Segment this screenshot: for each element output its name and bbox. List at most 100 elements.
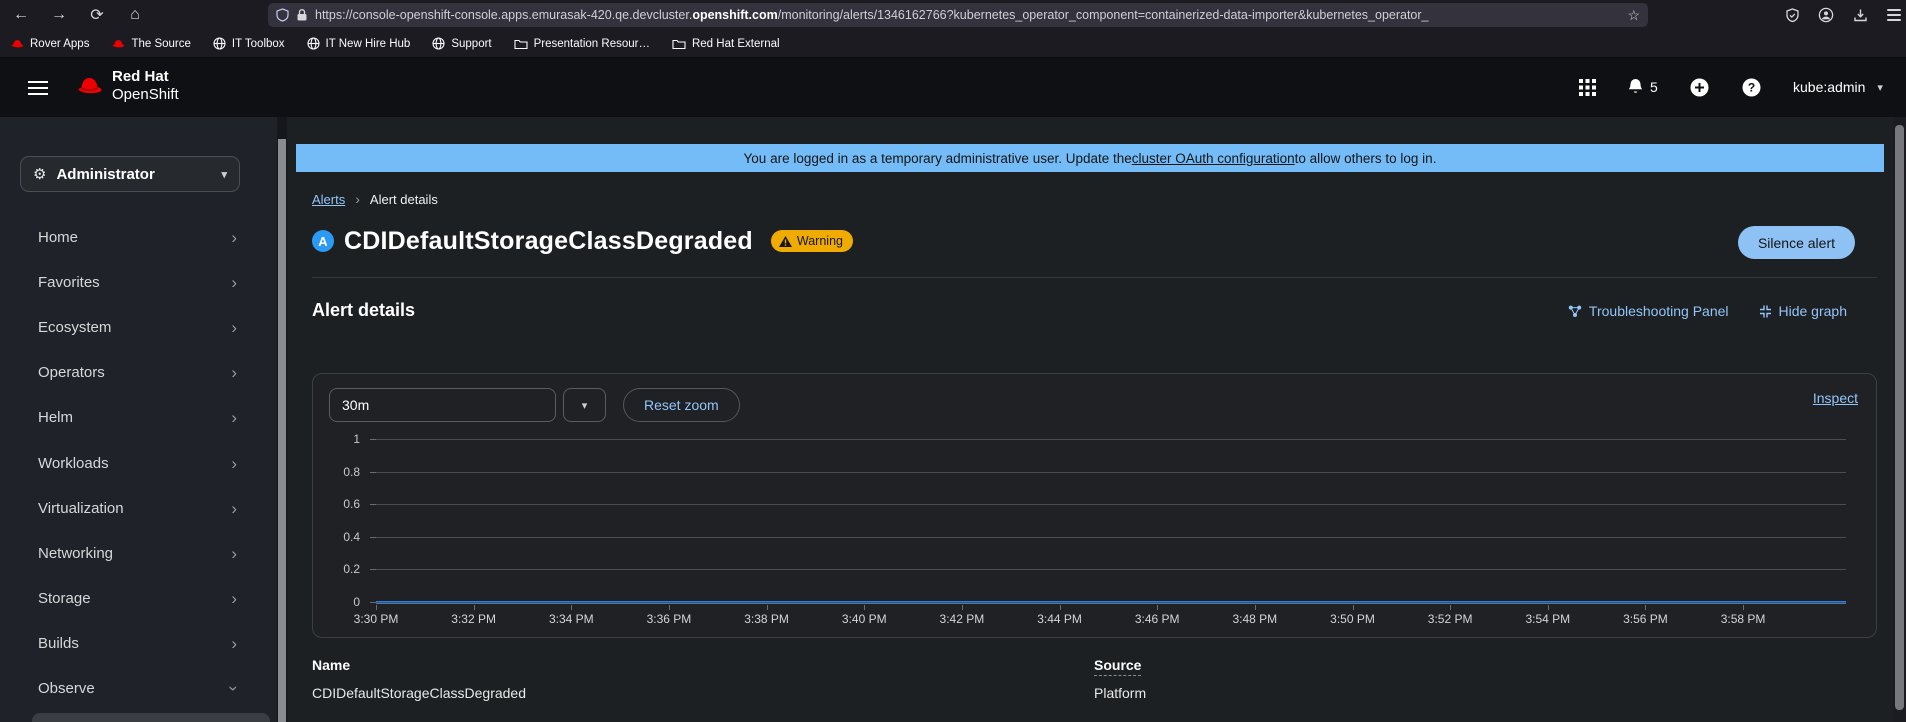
home-icon[interactable]: ⌂ [122,2,148,28]
timespan-dropdown-toggle[interactable]: ▾ [563,388,606,422]
x-tick-mark [1450,605,1452,610]
shield-icon[interactable] [276,8,289,22]
url-bar[interactable]: https://console-openshift-console.apps.e… [268,3,1648,27]
x-tick-label: 3:34 PM [548,612,594,626]
perspective-label: Administrator [56,165,155,183]
sidebar-item-networking[interactable]: Networking › [0,539,277,567]
reload-icon[interactable]: ⟳ [84,2,110,28]
x-tick-label: 3:30 PM [353,612,399,626]
sidebar-scrollbar-thumb[interactable] [278,139,286,722]
reset-zoom-button[interactable]: Reset zoom [623,388,740,422]
inspect-link[interactable]: Inspect [1813,390,1858,406]
globe-icon [432,37,445,50]
bookmark-the-source[interactable]: The Source [111,38,191,50]
redhat-icon [111,39,125,49]
globe-icon [213,37,226,50]
add-circle-icon[interactable] [1688,76,1710,98]
sidebar-item-builds[interactable]: Builds › [0,629,277,657]
chevron-right-icon: › [231,453,237,473]
sidebar-item-operators[interactable]: Operators › [0,358,277,386]
sidebar-item-home[interactable]: Home › [0,223,277,251]
gridline [370,439,1846,440]
sidebar-item-virtualization[interactable]: Virtualization › [0,494,277,522]
bookmark-red-hat-external[interactable]: Red Hat External [672,38,780,50]
perspective-switcher[interactable]: ⚙ Administrator ▾ [20,156,240,192]
x-tick-label: 3:56 PM [1623,612,1668,626]
account-icon[interactable] [1814,3,1838,27]
page-title: CDIDefaultStorageClassDegraded [344,226,753,255]
bookmark-it-new-hire-hub[interactable]: IT New Hire Hub [306,37,410,50]
x-tick-label: 3:48 PM [1232,612,1278,626]
x-tick-mark [864,605,866,610]
sidebar-item-workloads[interactable]: Workloads › [0,449,277,477]
notifications-bell-icon[interactable] [1624,76,1646,98]
page-scrollbar-thumb[interactable] [1895,125,1904,710]
section-links: Troubleshooting Panel Hide graph [1568,303,1847,319]
menu-icon[interactable] [1882,3,1906,27]
x-tick-mark [376,605,377,610]
breadcrumb: Alerts › Alert details [312,191,438,207]
shield-check-icon[interactable] [1780,3,1804,27]
x-tick-mark [473,605,475,610]
user-menu[interactable]: kube:admin ▾ [1793,79,1883,95]
brand-top: Red Hat [112,68,169,85]
troubleshooting-panel-link[interactable]: Troubleshooting Panel [1568,303,1729,319]
sidebar-subitem-partial[interactable] [32,713,270,722]
bookmark-rover-apps[interactable]: Rover Apps [10,38,89,50]
svg-text:?: ? [1747,80,1754,94]
redhat-icon [10,39,24,49]
y-tick-label: 0.6 [343,497,360,512]
sidebar-item-favorites[interactable]: Favorites › [0,268,277,296]
x-tick-label: 3:38 PM [744,612,789,626]
user-name: kube:admin [1793,79,1866,95]
forward-icon[interactable]: → [46,2,72,28]
chevron-down-icon: ▾ [581,399,588,412]
silence-alert-button[interactable]: Silence alert [1737,226,1855,259]
x-tick-label: 3:46 PM [1134,612,1180,626]
chevron-right-icon: › [231,498,237,518]
breadcrumb-current: Alert details [369,191,438,207]
hide-graph-link[interactable]: Hide graph [1759,303,1847,319]
sidebar-item-observe[interactable]: Observe › [0,674,277,702]
x-tick-label: 3:50 PM [1330,612,1375,626]
app-launcher-icon[interactable] [1576,76,1598,98]
oauth-config-link[interactable]: cluster OAuth configuration [1132,151,1295,166]
chevron-right-icon: › [355,191,360,207]
alert-severity-icon: A [312,230,334,252]
brand-bottom: OpenShift [112,86,179,103]
bookmark-it-toolbox[interactable]: IT Toolbox [213,37,285,50]
source-field-label[interactable]: Source [1094,657,1142,676]
x-tick-mark [1254,605,1256,610]
sidebar-item-ecosystem[interactable]: Ecosystem › [0,313,277,341]
sidebar-item-helm[interactable]: Helm › [0,403,277,431]
y-tick-label: 0.2 [343,562,360,577]
main-content: You are logged in as a temporary adminis… [287,117,1893,722]
y-tick-label: 0 [353,595,360,609]
browser-chrome: ← → ⟳ ⌂ https://console-openshift-consol… [0,0,1906,30]
x-tick-mark [1059,605,1061,610]
bookmark-star-icon[interactable]: ☆ [1627,7,1640,24]
gridline [370,471,1846,473]
gridline [370,536,1846,538]
breadcrumb-alerts-link[interactable]: Alerts [312,192,345,207]
chevron-right-icon: › [231,362,237,382]
warning-triangle-icon [778,235,792,247]
back-icon[interactable]: ← [8,2,34,28]
x-tick-label: 3:54 PM [1525,612,1571,626]
name-field-label: Name [312,657,351,673]
source-field-value: Platform [1094,685,1147,701]
nav-toggle-icon[interactable] [28,77,48,99]
bookmarks-bar: Rover Apps The Source IT Toolbox IT New … [0,30,1906,58]
gridline [370,504,1846,506]
section-heading: Alert details [312,300,416,320]
lock-icon[interactable] [296,8,308,22]
library-icon[interactable] [1848,3,1872,27]
x-tick-mark [1547,605,1549,610]
x-tick-mark [1645,605,1647,610]
timespan-input[interactable]: 30m [329,388,556,422]
bookmark-presentation-resources[interactable]: Presentation Resour… [514,38,650,50]
help-icon[interactable]: ? [1740,76,1762,98]
bookmark-support[interactable]: Support [432,37,492,50]
sidebar-item-storage[interactable]: Storage › [0,584,277,612]
screen: ← → ⟳ ⌂ https://console-openshift-consol… [0,0,1906,722]
